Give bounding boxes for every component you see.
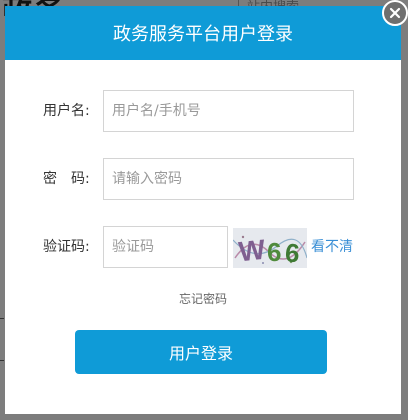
captcha-row: 验证码: 验证码 W 6 6 看不清 xyxy=(5,226,401,268)
username-row: 用户名: 用户名/手机号 xyxy=(5,90,401,132)
password-row: 密 码: 请输入密码 xyxy=(5,158,401,200)
password-input[interactable]: 请输入密码 xyxy=(103,158,354,200)
username-input[interactable]: 用户名/手机号 xyxy=(103,90,354,132)
close-button[interactable] xyxy=(382,0,408,26)
login-button[interactable]: 用户登录 xyxy=(75,330,327,374)
username-label: 用户名: xyxy=(43,103,90,119)
login-modal: 政务服务平台用户登录 用户名: 用户名/手机号 密 码: 请输入密码 验证码: … xyxy=(5,6,401,414)
svg-text:W: W xyxy=(237,234,267,268)
captcha-label: 验证码: xyxy=(43,239,90,255)
captcha-graphic: W 6 6 xyxy=(233,228,307,268)
captcha-image[interactable]: W 6 6 xyxy=(233,228,307,268)
modal-header: 政务服务平台用户登录 xyxy=(5,6,401,60)
modal-title: 政务服务平台用户登录 xyxy=(113,24,293,45)
svg-text:6: 6 xyxy=(284,237,301,268)
password-label: 密 码: xyxy=(43,171,90,187)
close-icon xyxy=(389,7,401,19)
svg-text:6: 6 xyxy=(267,237,281,267)
background-divider xyxy=(0,318,4,319)
captcha-input[interactable]: 验证码 xyxy=(103,226,228,268)
forgot-password-link[interactable]: 忘记密码 xyxy=(5,290,401,307)
refresh-captcha-link[interactable]: 看不清 xyxy=(311,226,353,268)
background-divider xyxy=(0,360,4,361)
